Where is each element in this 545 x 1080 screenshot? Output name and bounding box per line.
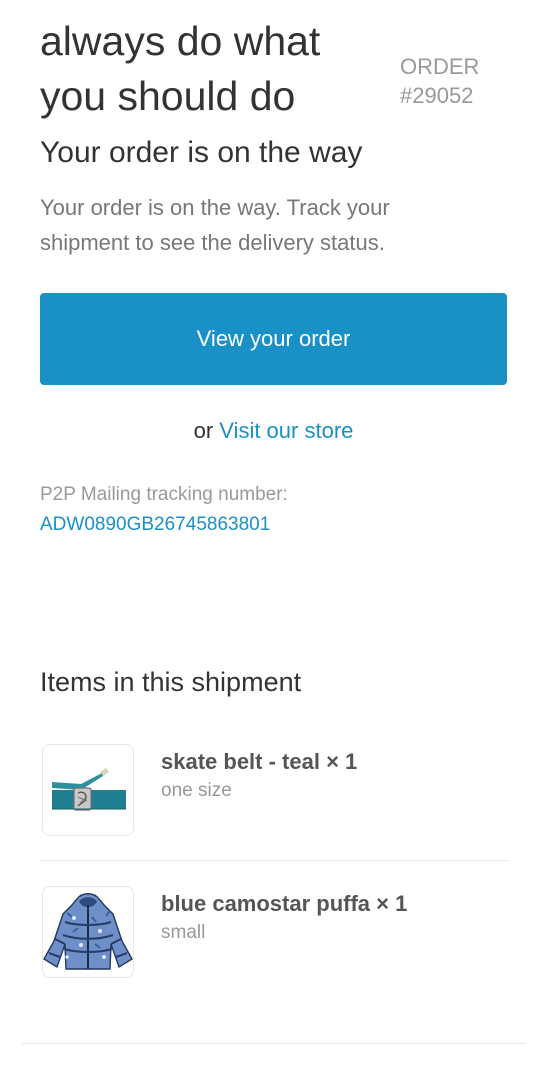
secondary-action-prefix: or <box>193 418 214 443</box>
item-divider <box>40 860 509 861</box>
order-label: ORDER <box>400 54 480 79</box>
product-thumbnail <box>42 744 134 836</box>
visit-store-link[interactable]: Visit our store <box>219 418 353 443</box>
item-title: skate belt - teal × 1 <box>161 749 358 774</box>
items-heading: Items in this shipment <box>40 667 302 697</box>
item-title: blue camostar puffa × 1 <box>161 891 408 916</box>
page-title: Your order is on the way <box>40 136 363 169</box>
tracking-number-link[interactable]: ADW0890GB26745863801 <box>40 510 500 540</box>
bottom-divider <box>22 1043 526 1044</box>
email-header: always do what you should do ORDER #2905… <box>40 14 510 124</box>
tracking-info: P2P Mailing tracking number: ADW0890GB26… <box>40 480 500 540</box>
brand-text: always do what you should do <box>40 18 321 119</box>
store-link-line: or Visit our store <box>40 414 507 448</box>
tracking-label: P2P Mailing tracking number: <box>40 484 288 505</box>
order-number: #29052 <box>400 83 474 108</box>
shipment-item: skate belt - teal × 1 one size <box>40 744 510 836</box>
item-info: blue camostar puffa × 1 small <box>161 889 491 947</box>
item-variant: one size <box>161 780 232 801</box>
item-info: skate belt - teal × 1 one size <box>161 747 491 805</box>
shipment-item: blue camostar puffa × 1 small <box>40 886 510 978</box>
teal-belt-image-icon <box>43 745 133 835</box>
order-number-block: ORDER #29052 <box>400 52 510 110</box>
shipment-message: Your order is on the way. Track your shi… <box>40 195 390 255</box>
item-variant: small <box>161 922 206 943</box>
blue-puffer-jacket-image-icon <box>43 887 133 977</box>
product-thumbnail <box>42 886 134 978</box>
view-order-button[interactable]: View your order <box>40 293 507 385</box>
